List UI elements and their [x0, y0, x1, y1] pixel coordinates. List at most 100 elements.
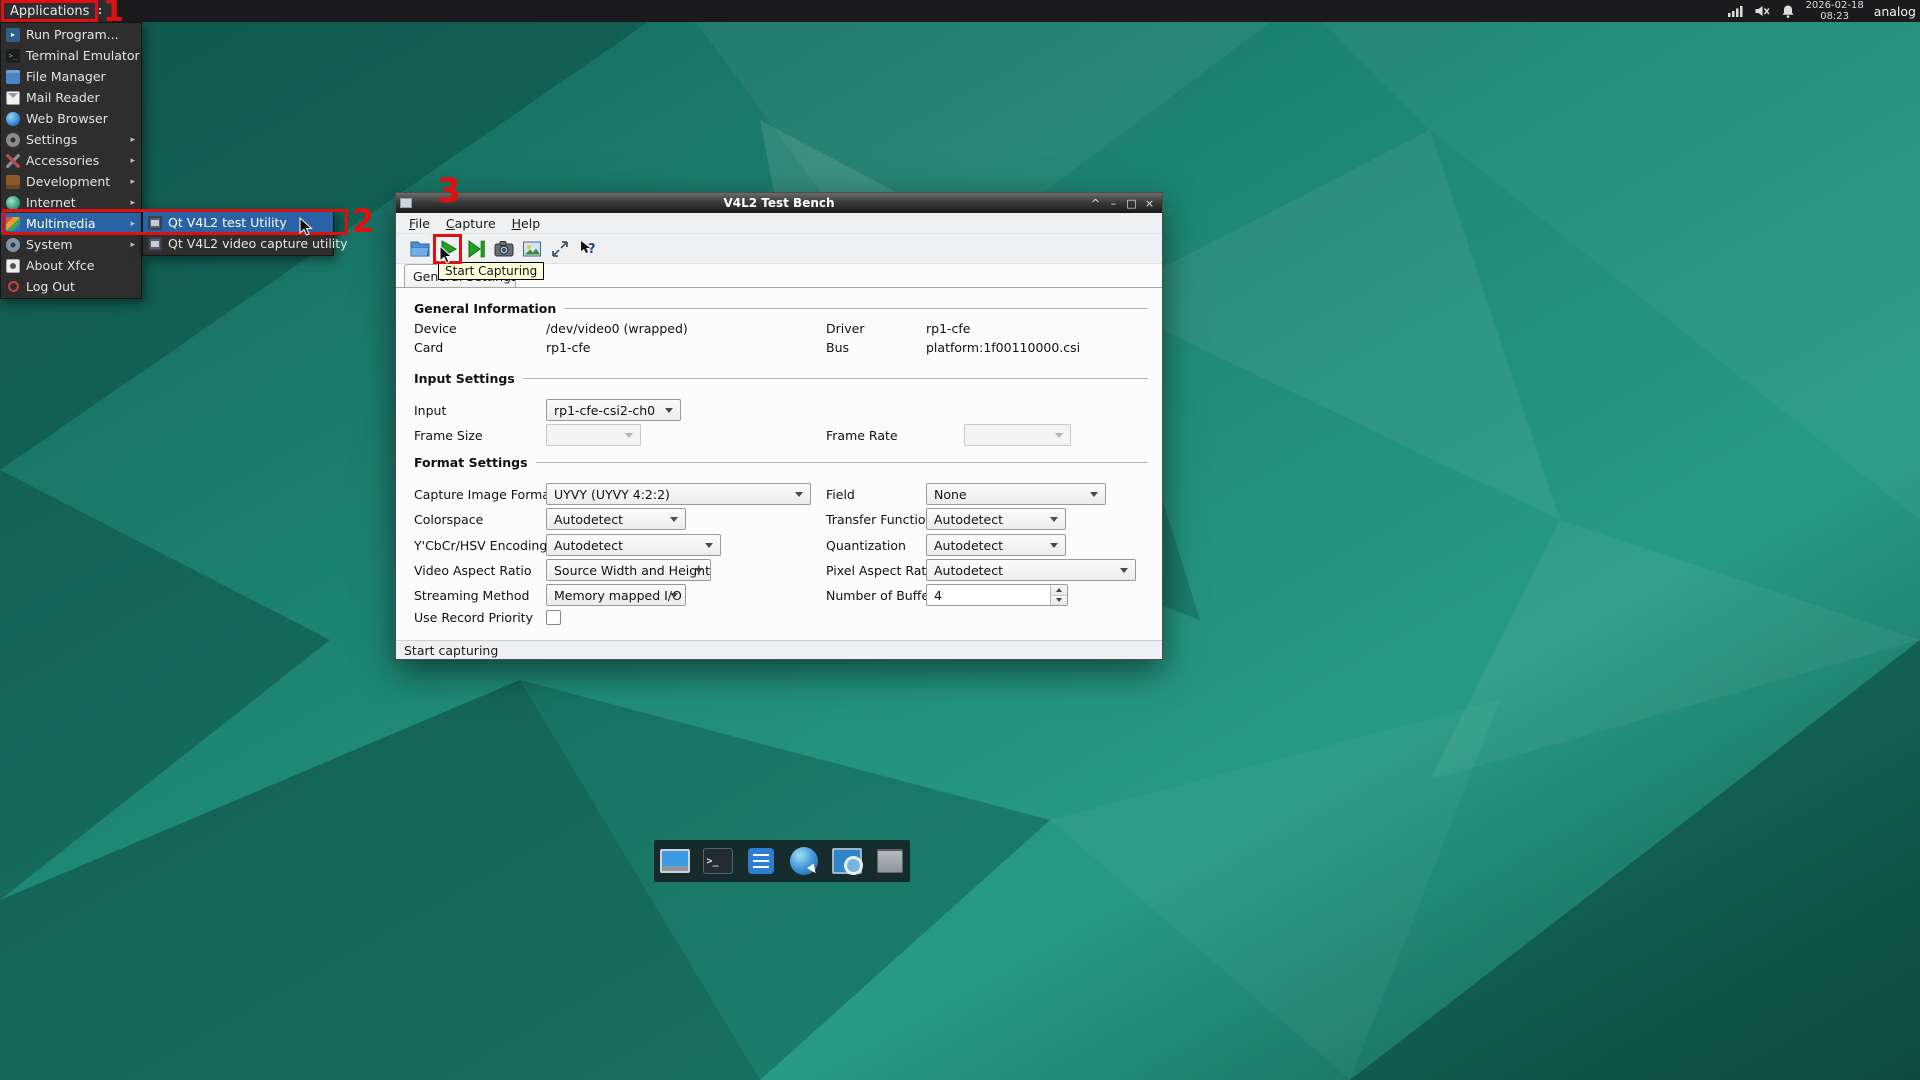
input-select-value: rp1-cfe-csi2-ch0 [554, 403, 655, 418]
menu-file[interactable]: File [401, 214, 438, 233]
menu-item-log-out[interactable]: Log Out [1, 276, 141, 297]
maximize-button[interactable]: □ [1123, 195, 1140, 211]
dock: >_ [654, 840, 910, 882]
menu-item-web-browser[interactable]: Web Browser [1, 108, 141, 129]
colorspace-label: Colorspace [414, 512, 546, 527]
screenshot-tool-icon[interactable] [830, 844, 864, 878]
menu-item-development[interactable]: Development [1, 171, 141, 192]
ycbcr-value: Autodetect [554, 538, 623, 553]
toolbar: ? [396, 234, 1162, 264]
section-general-information: General Information [414, 300, 1148, 317]
pixel-aspect-value: Autodetect [934, 563, 1003, 578]
v4l2-test-bench-window: V4L2 Test Bench ^ – □ × File Capture Hel… [395, 192, 1163, 660]
ycbcr-label: Y'CbCr/HSV Encoding [414, 538, 546, 553]
transfer-function-select[interactable]: Autodetect [926, 508, 1066, 530]
notification-bell-icon[interactable] [1780, 4, 1796, 19]
terminal-icon[interactable]: >_ [701, 844, 735, 878]
field-label: Field [826, 487, 926, 502]
general-settings-pane: General Information Device /dev/video0 (… [396, 288, 1162, 640]
analog-clock-label: analog [1874, 4, 1916, 19]
network-signal-icon[interactable] [1727, 4, 1744, 18]
web-browser-icon[interactable] [787, 844, 821, 878]
device-value: /dev/video0 (wrapped) [546, 321, 826, 336]
fullscreen-icon[interactable] [549, 238, 571, 260]
menu-item-file-manager[interactable]: File Manager [1, 66, 141, 87]
mail-icon [6, 91, 20, 105]
spin-down-icon[interactable] [1051, 596, 1067, 606]
row-input: Input rp1-cfe-csi2-ch0 [414, 399, 1148, 421]
clock-time: 08:23 [1806, 11, 1864, 22]
capture-snapshot-icon[interactable] [493, 238, 515, 260]
shade-button[interactable]: ^ [1087, 195, 1104, 211]
colorspace-select[interactable]: Autodetect [546, 508, 686, 530]
menu-item-internet[interactable]: Internet [1, 192, 141, 213]
row-record-priority: Use Record Priority [414, 606, 1148, 628]
menu-item-accessories[interactable]: Accessories [1, 150, 141, 171]
capture-formats-select[interactable]: UYVY (UYVY 4:2:2) [546, 483, 811, 505]
menu-item-about-xfce[interactable]: About Xfce [1, 255, 141, 276]
quantization-value: Autodetect [934, 538, 1003, 553]
web-browser-icon [6, 112, 20, 126]
close-button[interactable]: × [1141, 195, 1158, 211]
driver-value: rp1-cfe [926, 321, 1148, 336]
submenu-item-qt-v4l2-video-capture-utility[interactable]: Qt V4L2 video capture utility [143, 233, 333, 254]
clock[interactable]: 2026-02-18 08:23 [1806, 0, 1864, 22]
software-icon[interactable] [744, 844, 778, 878]
whats-this-icon[interactable]: ? [577, 238, 599, 260]
submenu-arrow-icon [130, 135, 135, 145]
field-select[interactable]: None [926, 483, 1106, 505]
video-aspect-label: Video Aspect Ratio [414, 563, 546, 578]
row-video-pixel-aspect: Video Aspect Ratio Source Width and Heig… [414, 559, 1148, 581]
use-record-priority-checkbox[interactable] [546, 610, 561, 625]
menubar: File Capture Help [396, 213, 1162, 234]
show-desktop-icon[interactable] [658, 844, 692, 878]
row-frame-size-rate: Frame Size Frame Rate [414, 424, 1148, 446]
section-input-settings: Input Settings [414, 370, 1148, 387]
submenu-arrow-icon [130, 156, 135, 166]
window-icon [400, 198, 412, 208]
menu-item-system[interactable]: System [1, 234, 141, 255]
colorspace-value: Autodetect [554, 512, 623, 527]
menu-help[interactable]: Help [504, 214, 549, 233]
menu-capture[interactable]: Capture [438, 214, 504, 233]
open-file-icon[interactable] [409, 238, 431, 260]
row-capture-formats-field: Capture Image Formats UYVY (UYVY 4:2:2) … [414, 483, 1148, 505]
menu-item-run-program[interactable]: Run Program... [1, 24, 141, 45]
internet-icon [6, 196, 20, 210]
statusbar: Start capturing [396, 640, 1162, 659]
save-raw-frame-icon[interactable] [521, 238, 543, 260]
section-format-settings: Format Settings [414, 454, 1148, 471]
ycbcr-select[interactable]: Autodetect [546, 534, 721, 556]
tab-divider [396, 287, 1162, 288]
submenu-arrow-icon [130, 219, 135, 229]
pixel-aspect-select[interactable]: Autodetect [926, 559, 1136, 581]
buffers-spinbox[interactable]: 4 [926, 584, 1068, 606]
video-aspect-select[interactable]: Source Width and Height [546, 559, 711, 581]
streaming-method-select[interactable]: Memory mapped I/O [546, 584, 686, 606]
pixel-aspect-label: Pixel Aspect Ratio [826, 563, 926, 578]
system-icon [6, 238, 20, 252]
multimedia-submenu: Qt V4L2 test Utility Qt V4L2 video captu… [142, 210, 334, 256]
frame-size-select [546, 424, 641, 446]
field-value: None [934, 487, 967, 502]
applications-menu-button[interactable]: Applications [0, 0, 112, 22]
window-titlebar[interactable]: V4L2 Test Bench ^ – □ × [396, 193, 1162, 213]
quantization-label: Quantization [826, 538, 926, 553]
menu-item-terminal-emulator[interactable]: Terminal Emulator [1, 45, 141, 66]
spin-up-icon[interactable] [1051, 585, 1067, 596]
menu-item-settings[interactable]: Settings [1, 129, 141, 150]
file-cabinet-icon[interactable] [873, 844, 907, 878]
menu-item-mail-reader[interactable]: Mail Reader [1, 87, 141, 108]
submenu-item-qt-v4l2-test-utility[interactable]: Qt V4L2 test Utility [143, 212, 333, 233]
video-aspect-value: Source Width and Height [554, 563, 710, 578]
applications-menu: Run Program... Terminal Emulator File Ma… [0, 22, 142, 299]
minimize-button[interactable]: – [1105, 195, 1122, 211]
start-capturing-icon[interactable] [437, 238, 459, 260]
input-select[interactable]: rp1-cfe-csi2-ch0 [546, 399, 681, 421]
volume-muted-icon[interactable] [1754, 4, 1770, 18]
menu-item-multimedia[interactable]: Multimedia [1, 213, 141, 234]
quantization-select[interactable]: Autodetect [926, 534, 1066, 556]
capture-formats-value: UYVY (UYVY 4:2:2) [554, 487, 670, 502]
show-frames-icon[interactable] [465, 238, 487, 260]
video-app-icon [148, 216, 162, 230]
